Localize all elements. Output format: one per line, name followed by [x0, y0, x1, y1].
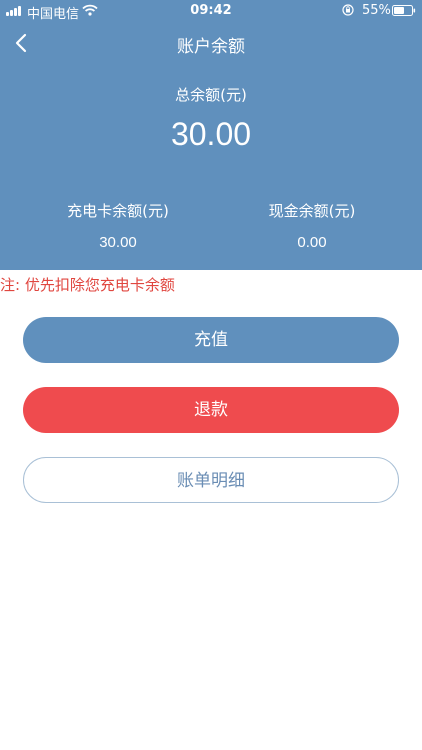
cash-balance-label: 现金余额(元): [268, 202, 356, 220]
battery-icon: [392, 5, 416, 16]
cash-balance: 现金余额(元) 0.00: [232, 200, 392, 251]
bill-details-button[interactable]: 账单明细: [23, 457, 399, 503]
card-balance-label: 充电卡余额(元): [67, 202, 169, 220]
page-title: 账户余额: [177, 37, 245, 57]
cash-balance-value: 0.00: [297, 234, 327, 251]
total-balance-label: 总余额(元): [175, 86, 247, 104]
orientation-lock-icon: [342, 4, 354, 16]
refund-button[interactable]: 退款: [23, 387, 399, 433]
card-balance: 充电卡余额(元) 30.00: [38, 200, 198, 251]
card-balance-value: 30.00: [99, 234, 137, 251]
recharge-button[interactable]: 充值: [23, 317, 399, 363]
battery-percent: 55%: [362, 3, 391, 18]
balance-header: 中国电信 09:42 55% 账户余额 总余额(元) 30.00 充电卡余额(元…: [0, 0, 422, 270]
deduction-note: 注: 优先扣除您充电卡余额: [0, 276, 175, 294]
total-balance-value: 30.00: [170, 116, 252, 152]
status-bar: 中国电信 09:42 55%: [0, 0, 422, 22]
status-time: 09:42: [190, 3, 232, 18]
